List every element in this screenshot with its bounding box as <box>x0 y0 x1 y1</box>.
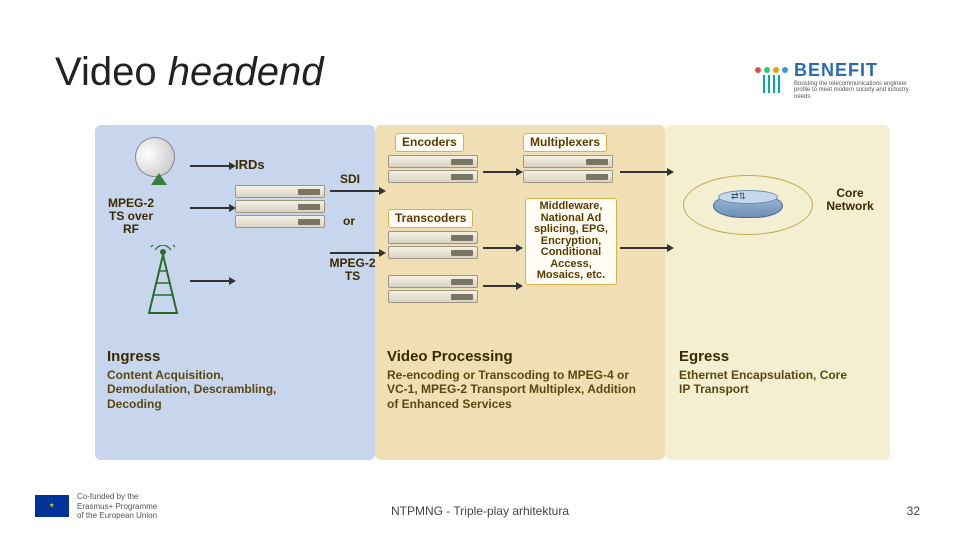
router-icon: ⇄⇅ <box>713 190 783 222</box>
title-word2: headend <box>168 50 324 94</box>
core-network-label: Core Network <box>820 187 880 213</box>
ird-rack-icon <box>235 185 325 230</box>
arrow-icon <box>190 165 230 167</box>
multiplexers-label: Multiplexers <box>523 133 607 152</box>
dot-icon <box>773 67 779 73</box>
dot-icon <box>764 67 770 73</box>
multiplexer-rack-icon <box>523 155 613 185</box>
arrow-icon <box>330 190 380 192</box>
satellite-dish-icon <box>135 137 190 192</box>
slide: Video headend BENEFIT Boosting the telec… <box>0 0 960 540</box>
page-number: 32 <box>907 504 920 518</box>
dot-icon <box>755 67 761 73</box>
transcoder-rack-icon <box>388 275 478 305</box>
transcoders-label: Transcoders <box>388 209 473 228</box>
benefit-logo: BENEFIT Boosting the telecommunications … <box>755 50 925 110</box>
mpeg2ts-rf-label: MPEG-2 TS over RF <box>101 197 161 237</box>
arrow-icon <box>483 285 517 287</box>
antenna-tower-icon <box>143 245 183 315</box>
eu-line1: Co-funded by the <box>77 492 157 501</box>
arrow-icon <box>330 252 380 254</box>
encoder-rack-icon <box>388 155 478 185</box>
arrow-icon <box>620 171 668 173</box>
arrow-icon <box>483 171 517 173</box>
transcoder-rack-icon <box>388 231 478 261</box>
or-label: or <box>343 215 355 228</box>
processing-subtitle: Re-encoding or Transcoding to MPEG-4 or … <box>387 368 647 411</box>
dot-icon <box>782 67 788 73</box>
headend-diagram: MPEG-2 TS over RF IRDs SDI or MPEG-2 TS … <box>95 125 890 470</box>
irds-label: IRDs <box>235 158 265 172</box>
processing-title: Video Processing <box>387 348 513 365</box>
ingress-subtitle: Content Acquisition, Demodulation, Descr… <box>107 368 277 411</box>
arrow-icon <box>190 280 230 282</box>
page-title: Video headend <box>55 50 323 95</box>
title-word1: Video <box>55 50 157 94</box>
ingress-title: Ingress <box>107 348 160 365</box>
arrow-icon <box>483 247 517 249</box>
encoders-label: Encoders <box>395 133 464 152</box>
egress-title: Egress <box>679 348 729 365</box>
footer-text: NTPMNG - Triple-play arhitektura <box>0 504 960 518</box>
mpeg2ts-label: MPEG-2 TS <box>325 257 380 283</box>
chip-icon <box>755 67 788 93</box>
egress-column <box>665 125 890 460</box>
arrow-icon <box>620 247 668 249</box>
brand-text: BENEFIT <box>794 60 925 81</box>
egress-subtitle: Ethernet Encapsulation, Core IP Transpor… <box>679 368 849 397</box>
sdi-label: SDI <box>340 173 360 186</box>
brand-tagline: Boosting the telecommunications engineer… <box>794 81 925 101</box>
middleware-label: Middleware, National Ad splicing, EPG, E… <box>525 198 617 285</box>
arrow-icon <box>190 207 230 209</box>
